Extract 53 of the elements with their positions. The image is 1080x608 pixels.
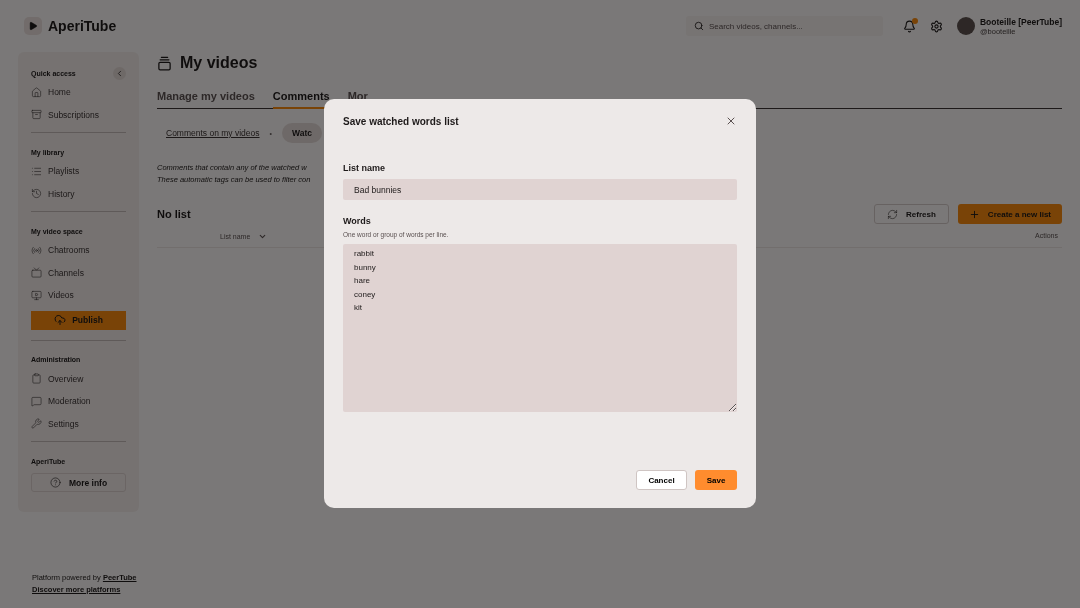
search-icon [693,21,704,31]
collapse-button[interactable] [113,66,126,80]
plus-icon [968,208,980,220]
sidebar-item[interactable]: Playlists [31,160,126,183]
sub-tab[interactable]: Comments on my videos [166,128,260,138]
sidebar-item[interactable]: Overview [31,367,126,390]
create-list-button[interactable]: Create a new list [957,204,1062,224]
chevron-left-icon [115,68,124,78]
wrench-icon [31,418,42,430]
list-title: No list [157,208,192,220]
sidebar-item[interactable]: Chatrooms [31,239,126,262]
sidebar-item[interactable]: History [31,182,126,205]
sidebar-item[interactable]: Subscriptions [31,103,126,126]
logo-text[interactable]: AperiTube [48,18,117,34]
more-info-button[interactable]: More info [31,473,126,492]
refresh-button[interactable]: Refresh [874,204,949,224]
sub-tab[interactable]: Watc [282,123,322,143]
publish-button[interactable]: Publish [31,310,126,330]
upload-icon [54,314,67,326]
videos-icon [157,55,172,71]
refresh-icon [887,208,899,220]
help-icon [49,477,61,488]
sidebar-item[interactable]: Videos [31,284,126,307]
save-button[interactable]: Save [695,470,737,490]
field-label: List name [343,163,386,173]
user-name[interactable]: Booteille [PeerTube] [979,16,1062,27]
sidebar-item[interactable]: Channels [31,261,126,284]
monitor-play-icon [31,289,42,301]
clipboard-icon [31,373,42,385]
cancel-button[interactable]: Cancel [636,470,687,490]
tv-icon [31,267,42,279]
broadcast-icon [31,244,42,256]
chevron-down-icon [258,232,268,241]
history-icon [31,188,42,200]
message-icon [31,395,42,407]
sidebar-item[interactable]: Home [31,81,126,104]
tab[interactable]: Manage my videos [157,90,255,109]
home-icon [31,86,42,98]
avatar[interactable] [956,17,975,35]
archive-icon [31,109,42,121]
notification-button[interactable] [902,19,916,33]
search-field[interactable]: Search videos, channels... [685,16,883,36]
close-icon[interactable] [725,115,737,127]
sidebar-item[interactable]: Moderation [31,390,126,413]
settings-button[interactable] [929,19,943,33]
logo-icon [24,17,42,35]
list-name-field[interactable]: Bad bunnies [343,179,737,200]
page-title: My videos [180,54,258,72]
field-label: Words [343,216,372,226]
sidebar-item[interactable]: Settings [31,412,126,435]
list-icon [31,165,42,177]
words-field[interactable]: rabbit bunny hare coney kit [343,244,737,412]
modal-title: Save watched words list [343,115,459,127]
